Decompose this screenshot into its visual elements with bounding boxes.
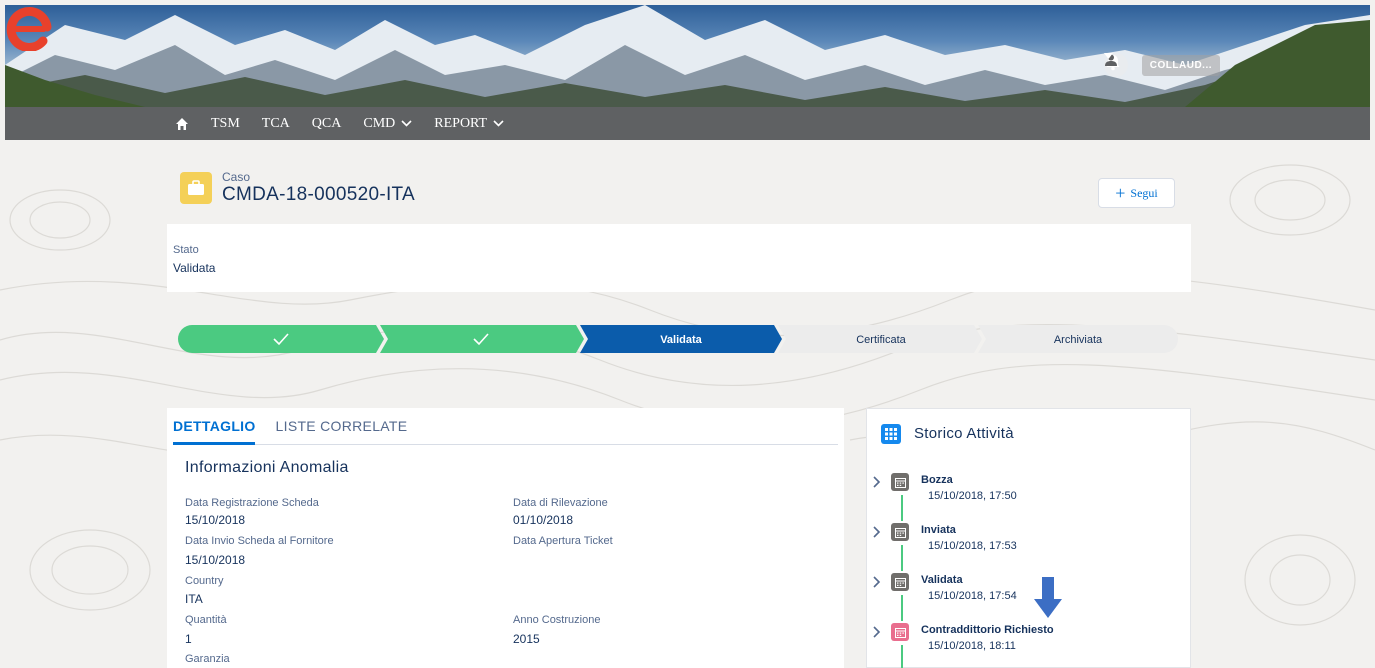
field-label-data-invio: Data Invio Scheda al Fornitore: [185, 535, 334, 547]
path-step-label: Validata: [660, 334, 702, 346]
path-step-archiviata[interactable]: Archiviata: [978, 325, 1178, 353]
status-path: Validata Certificata Archiviata: [178, 325, 1178, 353]
annotation-arrow-icon: [1034, 577, 1062, 618]
nav-item-tca[interactable]: TCA: [262, 116, 290, 132]
nav-item-label: CMD: [363, 115, 396, 131]
event-icon: [891, 573, 909, 591]
event-icon: [891, 623, 909, 641]
nav-item-label: QCA: [311, 115, 342, 131]
chevron-right-icon[interactable]: [871, 476, 883, 488]
nav-item-qca[interactable]: QCA: [312, 116, 342, 132]
field-label-data-rilevazione: Data di Rilevazione: [513, 497, 608, 509]
field-value-data-registrazione: 15/10/2018: [185, 513, 246, 527]
field-label-data-apertura: Data Apertura Ticket: [513, 535, 613, 547]
path-step-label: Certificata: [856, 334, 906, 346]
briefcase-icon: [188, 180, 204, 195]
chevron-down-icon: [1103, 53, 1113, 59]
path-step-label: Archiviata: [1054, 334, 1103, 346]
event-icon: [891, 473, 909, 491]
path-step-1[interactable]: [178, 325, 384, 353]
activity-title: Storico Attività: [914, 425, 1014, 442]
tab-divider: [173, 444, 838, 445]
user-menu[interactable]: COLLAUD...: [1103, 53, 1220, 76]
path-step-2[interactable]: [380, 325, 584, 353]
follow-button-label: Segui: [1130, 185, 1158, 200]
field-label-country: Country: [185, 575, 224, 587]
nav-item-label: REPORT: [434, 115, 488, 131]
activity-item-title[interactable]: Validata: [921, 574, 963, 586]
timeline-connector: [901, 595, 903, 621]
follow-button[interactable]: + Segui: [1098, 178, 1175, 208]
home-icon: [176, 117, 188, 130]
activity-item-date: 15/10/2018, 18:11: [928, 640, 1016, 652]
calendar-icon: [894, 627, 906, 638]
case-record-icon: [180, 172, 212, 204]
nav-bar: TSM TCA QCA CMD REPORT: [5, 107, 1370, 140]
user-name-label: COLLAUD...: [1149, 59, 1212, 71]
active-tab-indicator: [173, 442, 255, 445]
chevron-right-icon[interactable]: [871, 626, 883, 638]
activity-item-title[interactable]: Inviata: [921, 524, 956, 536]
tab-dettaglio[interactable]: DETTAGLIO: [173, 418, 256, 442]
chevron-right-icon[interactable]: [871, 576, 883, 588]
record-title: CMDA-18-000520-ITA: [222, 184, 416, 205]
field-label-garanzia: Garanzia: [185, 653, 230, 665]
activity-item-date: 15/10/2018, 17:53: [928, 540, 1017, 552]
section-title: Informazioni Anomalia: [185, 459, 349, 476]
timeline-connector: [901, 545, 903, 571]
field-label-anno-costruzione: Anno Costruzione: [513, 614, 601, 626]
nav-item-cmd[interactable]: CMD: [363, 116, 412, 132]
chevron-down-icon: [493, 120, 504, 127]
nav-item-label: TCA: [261, 115, 290, 131]
activity-history-card: Storico Attività Bozza 15/10/2018, 17:50…: [866, 408, 1191, 668]
activity-item-title[interactable]: Contraddittorio Richiesto: [921, 624, 1054, 636]
record-type-label: Caso: [222, 170, 251, 184]
status-label: Stato: [173, 244, 199, 256]
activity-header-icon: [881, 424, 901, 444]
calendar-icon: [894, 527, 906, 538]
timeline-connector: [901, 495, 903, 521]
nav-item-report[interactable]: REPORT: [434, 116, 504, 132]
company-logo[interactable]: [5, 5, 55, 51]
grid-icon: [885, 428, 897, 440]
status-value: Validata: [173, 261, 216, 275]
field-value-data-rilevazione: 01/10/2018: [513, 513, 574, 527]
activity-item-title[interactable]: Bozza: [921, 474, 953, 486]
nav-item-tsm[interactable]: TSM: [211, 116, 240, 132]
plus-icon: +: [1115, 183, 1126, 203]
field-value-quantita: 1: [185, 632, 192, 646]
nav-item-label: TSM: [211, 115, 240, 131]
timeline-connector: [901, 645, 903, 668]
calendar-icon: [894, 477, 906, 488]
calendar-icon: [894, 577, 906, 588]
field-value-data-invio: 15/10/2018: [185, 553, 246, 567]
field-value-anno-costruzione: 2015: [513, 632, 540, 646]
field-value-country: ITA: [185, 592, 203, 606]
path-step-certificata[interactable]: Certificata: [778, 325, 982, 353]
nav-home[interactable]: [175, 117, 189, 131]
chevron-right-icon[interactable]: [871, 526, 883, 538]
event-icon: [891, 523, 909, 541]
tab-liste-correlate[interactable]: LISTE CORRELATE: [276, 418, 408, 442]
chevron-down-icon: [401, 120, 412, 127]
status-card: Stato Validata: [167, 224, 1191, 292]
activity-item-date: 15/10/2018, 17:50: [928, 490, 1017, 502]
header-banner: COLLAUD...: [5, 5, 1370, 107]
activity-item-date: 15/10/2018, 17:54: [928, 590, 1017, 602]
detail-card: DETTAGLIO LISTE CORRELATE Informazioni A…: [167, 408, 844, 668]
field-label-data-registrazione: Data Registrazione Scheda: [185, 497, 319, 509]
field-label-quantita: Quantità: [185, 614, 227, 626]
header-actions: COLLAUD...: [1103, 53, 1220, 77]
path-step-validata[interactable]: Validata: [580, 325, 782, 353]
tab-bar: DETTAGLIO LISTE CORRELATE: [173, 418, 407, 442]
